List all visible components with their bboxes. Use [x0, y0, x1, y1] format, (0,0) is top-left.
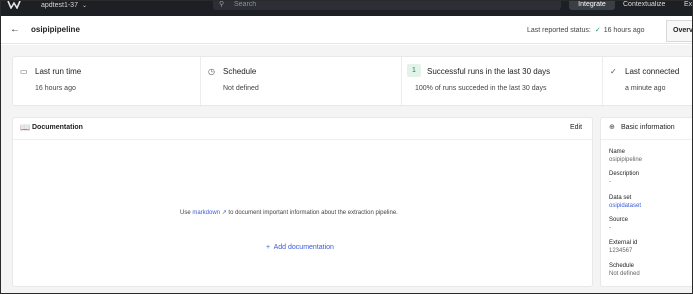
documentation-empty-message: Use markdown ↗ to document important inf…	[180, 209, 398, 216]
stat-last-connected: ✓ Last connected a minute ago	[602, 57, 692, 107]
field-key: Data set	[609, 195, 632, 201]
nav-explore[interactable]: Ex	[684, 1, 692, 8]
field-key: External id	[609, 240, 638, 246]
external-link-icon: ↗	[220, 210, 227, 216]
documentation-card: 📖 Documentation Edit Use markdown ↗ to d…	[12, 117, 593, 287]
data-set-link[interactable]: osipidataset	[609, 202, 641, 210]
book-icon: 📖	[20, 123, 30, 132]
field-key: Name	[609, 149, 626, 155]
check-icon: ✓	[594, 27, 601, 34]
app-window: apdtest1-37 ⌄ ⚲ Search Integrate Contextu…	[0, 0, 693, 294]
info-field-schedule: Schedule Not defined	[609, 262, 640, 278]
field-value: -	[609, 225, 611, 231]
stat-value: 16 hours ago	[35, 85, 76, 92]
app-logo-icon[interactable]	[7, 1, 23, 9]
field-value: osipipipeline	[609, 157, 643, 163]
documentation-title: Documentation	[32, 124, 83, 131]
info-field-source: Source -	[609, 216, 628, 232]
stat-label: Schedule	[223, 67, 257, 76]
page-header: ← osipipipeline Last reported status: ✓ 16…	[1, 16, 692, 44]
stat-successful-runs: 1 Successful runs in the last 30 days 10…	[401, 57, 602, 107]
page-title: osipipipeline	[31, 25, 80, 34]
back-arrow-icon[interactable]: ←	[10, 24, 20, 35]
stat-label: Last run time	[35, 67, 82, 76]
last-reported-status: Last reported status: ✓ 16 hours ago	[527, 26, 645, 34]
clock-icon: ◷	[208, 67, 215, 76]
stat-value: a minute ago	[625, 85, 666, 92]
field-value: -	[609, 179, 611, 185]
project-name: apdtest1-37	[41, 2, 78, 9]
field-key: Source	[609, 217, 629, 223]
message-prefix: Use	[180, 210, 191, 216]
stat-last-run-time: ▭ Last run time 16 hours ago	[13, 57, 200, 107]
add-documentation-button[interactable]: + Add documentation	[266, 244, 334, 251]
info-field-external-id: External id 1234567	[609, 239, 637, 255]
check-icon: ✓	[610, 67, 617, 76]
field-key: Schedule	[609, 263, 635, 269]
field-key: Description	[609, 171, 640, 177]
success-count-badge: 1	[407, 64, 421, 77]
info-field-description: Description -	[609, 170, 639, 186]
status-label: Last reported status:	[527, 27, 591, 34]
basic-information-panel: ⊕ Basic information Name osipipipeline D…	[600, 117, 692, 287]
pipeline-stats-card: ▭ Last run time 16 hours ago ◷ Schedule …	[12, 56, 692, 107]
globe-icon: ⊕	[609, 124, 615, 131]
message-suffix: to document important information about …	[228, 210, 398, 216]
search-placeholder: Search	[234, 1, 257, 8]
nav-contextualize[interactable]: Contextualize	[623, 1, 665, 8]
project-selector[interactable]: apdtest1-37 ⌄	[41, 2, 87, 9]
documentation-header: 📖 Documentation Edit	[13, 118, 592, 140]
info-field-data-set: Data set osipidataset	[609, 194, 641, 210]
edit-documentation-button[interactable]: Edit	[570, 124, 582, 131]
info-field-name: Name osipipipeline	[609, 148, 642, 164]
search-icon: ⚲	[219, 1, 225, 8]
markdown-link[interactable]: markdown	[192, 210, 220, 216]
field-value: Not defined	[609, 271, 640, 277]
stat-label: Last connected	[625, 67, 680, 76]
status-value: 16 hours ago	[603, 27, 645, 34]
search-input[interactable]: ⚲ Search	[213, 1, 561, 10]
plus-icon: +	[266, 244, 271, 251]
add-documentation-label: Add documentation	[273, 244, 334, 251]
field-value: 1234567	[609, 248, 633, 254]
tab-overview[interactable]: Overvi	[666, 20, 692, 42]
top-navigation-bar: apdtest1-37 ⌄ ⚲ Search Integrate Contextu…	[1, 1, 692, 16]
stat-label: Successful runs in the last 30 days	[427, 67, 551, 76]
chevron-down-icon: ⌄	[81, 3, 88, 9]
stat-value: 100% of runs succeded in the last 30 day…	[415, 85, 547, 92]
basic-information-title: Basic information	[621, 124, 675, 131]
calendar-icon: ▭	[20, 67, 28, 76]
stat-schedule: ◷ Schedule Not defined	[200, 57, 401, 107]
nav-integrate[interactable]: Integrate	[569, 1, 615, 10]
basic-information-header: ⊕ Basic information	[601, 118, 692, 140]
stat-value: Not defined	[223, 85, 259, 92]
